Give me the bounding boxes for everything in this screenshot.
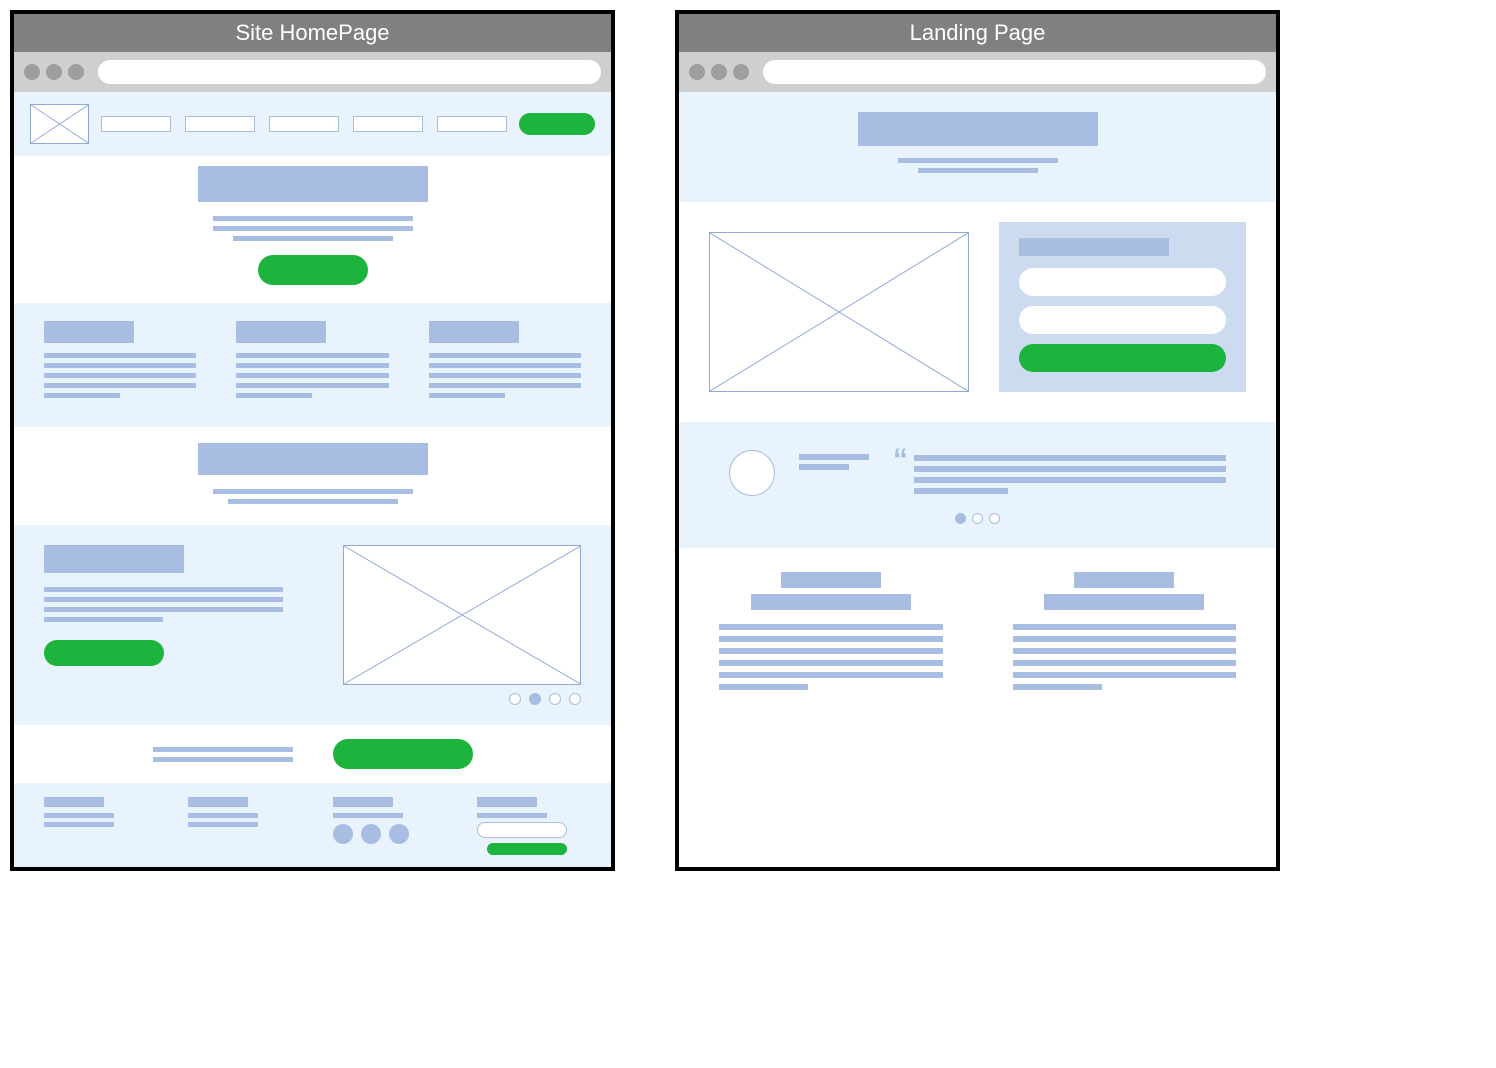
lp-column	[719, 572, 943, 696]
nav-cta-button[interactable]	[519, 113, 595, 135]
testimonial-section: “	[679, 422, 1276, 548]
carousel-dot-active[interactable]	[955, 513, 966, 524]
carousel-dot[interactable]	[549, 693, 561, 705]
window-minimize-icon[interactable]	[46, 64, 62, 80]
logo-placeholder[interactable]	[30, 104, 89, 144]
subscribe-input[interactable]	[477, 822, 567, 838]
footer-column	[188, 797, 292, 855]
column-heading	[781, 572, 881, 588]
feature-text	[44, 545, 283, 666]
testimonial-dots	[699, 513, 1256, 538]
feature-heading	[236, 321, 326, 343]
landing-wireframe: Landing Page “	[675, 10, 1280, 871]
feature-column	[429, 321, 581, 403]
social-icon[interactable]	[389, 824, 409, 844]
text-line	[228, 499, 398, 504]
hero-text-line	[213, 226, 413, 231]
carousel-dot[interactable]	[569, 693, 581, 705]
hero-section	[14, 156, 611, 303]
bottom-cta-button[interactable]	[333, 739, 473, 769]
form-heading	[1019, 238, 1169, 256]
carousel-dot[interactable]	[509, 693, 521, 705]
homepage-wireframe: Site HomePage	[10, 10, 615, 871]
image-placeholder	[709, 232, 969, 392]
testimonial-author	[799, 450, 869, 474]
window-close-icon[interactable]	[24, 64, 40, 80]
hero-text-line	[213, 216, 413, 221]
footer	[14, 783, 611, 867]
feature-heading	[44, 545, 184, 573]
lp-column	[1013, 572, 1237, 696]
social-icon[interactable]	[361, 824, 381, 844]
carousel-dot[interactable]	[989, 513, 1000, 524]
text-line	[213, 489, 413, 494]
form-input[interactable]	[1019, 268, 1226, 296]
features-3col	[14, 303, 611, 427]
cta-text	[153, 742, 293, 767]
social-icon[interactable]	[333, 824, 353, 844]
nav-item[interactable]	[185, 116, 255, 132]
hero-heading	[198, 166, 428, 202]
section-heading	[198, 443, 428, 475]
image-placeholder	[343, 545, 582, 685]
feature-cta-button[interactable]	[44, 640, 164, 666]
hero-cta-button[interactable]	[258, 255, 368, 285]
lp-two-columns	[679, 548, 1276, 726]
nav-item[interactable]	[269, 116, 339, 132]
column-subheading	[1044, 594, 1204, 610]
quote-mark-icon: “	[893, 450, 908, 499]
nav-item[interactable]	[437, 116, 507, 132]
window-minimize-icon[interactable]	[711, 64, 727, 80]
carousel-dot-active[interactable]	[529, 693, 541, 705]
url-bar[interactable]	[763, 60, 1266, 84]
testimonial-body	[914, 450, 1226, 499]
window-zoom-icon[interactable]	[733, 64, 749, 80]
browser-chrome	[14, 52, 611, 92]
form-submit-button[interactable]	[1019, 344, 1226, 372]
form-input[interactable]	[1019, 306, 1226, 334]
homepage-title: Site HomePage	[14, 14, 611, 52]
hero-text-line	[898, 158, 1058, 163]
lp-hero	[679, 92, 1276, 202]
top-nav	[14, 92, 611, 156]
url-bar[interactable]	[98, 60, 601, 84]
footer-column	[44, 797, 148, 855]
nav-item[interactable]	[353, 116, 423, 132]
nav-item[interactable]	[101, 116, 171, 132]
feature-column	[44, 321, 196, 403]
signup-form	[999, 222, 1246, 392]
window-close-icon[interactable]	[689, 64, 705, 80]
footer-column-subscribe	[477, 797, 581, 855]
footer-column-social	[333, 797, 437, 855]
window-zoom-icon[interactable]	[68, 64, 84, 80]
feature-heading	[44, 321, 134, 343]
carousel-dot[interactable]	[972, 513, 983, 524]
mid-section	[14, 427, 611, 525]
column-subheading	[751, 594, 911, 610]
hero-text-line	[233, 236, 393, 241]
bottom-cta	[14, 725, 611, 783]
column-heading	[1074, 572, 1174, 588]
subscribe-button[interactable]	[487, 843, 567, 855]
feature-heading	[429, 321, 519, 343]
lp-media-form	[679, 202, 1276, 422]
feature-media	[343, 545, 582, 705]
carousel-dots	[343, 693, 582, 705]
feature-row	[14, 525, 611, 725]
hero-text-line	[918, 168, 1038, 173]
browser-chrome	[679, 52, 1276, 92]
feature-column	[236, 321, 388, 403]
hero-heading	[858, 112, 1098, 146]
avatar	[729, 450, 775, 496]
landing-title: Landing Page	[679, 14, 1276, 52]
